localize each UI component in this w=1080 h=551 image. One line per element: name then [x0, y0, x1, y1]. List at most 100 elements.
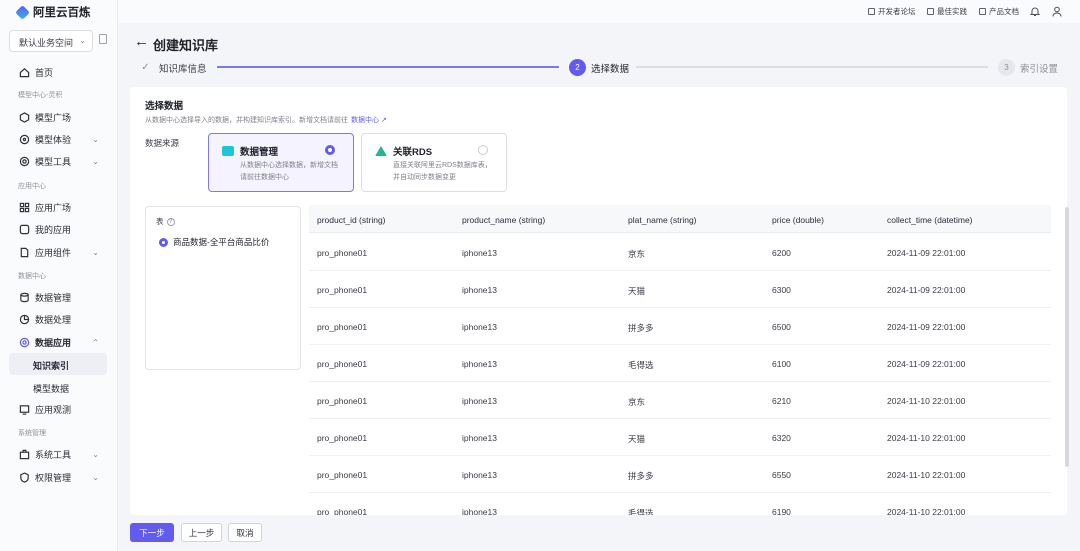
table-scrollbar[interactable] — [1065, 207, 1069, 467]
table-cell: pro_phone01 — [317, 433, 368, 443]
table-cell: pro_phone01 — [317, 248, 368, 258]
sidebar-item-label: 数据管理 — [35, 292, 72, 303]
card-description: 从数据中心选择数据，新增文档请前往数据中心 — [240, 162, 338, 181]
sidebar-item-label: 模型体验 — [35, 134, 72, 145]
document-icon[interactable] — [99, 34, 107, 44]
table-cell: 2024-11-09 22:01:00 — [887, 359, 966, 369]
data-preview-table: product_id (string) product_name (string… — [309, 205, 1051, 515]
data-source-label: 数据来源 — [145, 138, 180, 148]
chevron-down-icon: ⌄ — [79, 36, 86, 45]
table-cell: 拼多多 — [628, 471, 654, 481]
source-card-data-management[interactable]: 数据管理 从数据中心选择数据，新增文档请前往数据中心 — [208, 133, 354, 192]
table-cell: pro_phone01 — [317, 507, 368, 515]
sidebar-item-data-processing[interactable]: 数据处理 — [9, 309, 107, 329]
table-cell: 6190 — [772, 507, 791, 515]
table-selector-header: 表 ? — [156, 216, 175, 227]
table-cell: pro_phone01 — [317, 396, 368, 406]
cube-icon — [18, 111, 30, 123]
sidebar-section-data: 数据中心 — [18, 273, 46, 280]
workspace-select[interactable]: 默认业务空间 ⌄ — [9, 30, 93, 52]
next-button[interactable]: 下一步 — [130, 523, 174, 542]
link-label: 产品文档 — [989, 7, 1019, 16]
source-card-rds[interactable]: 关联RDS 直接关联阿里云RDS数据库表，并自动同步数据变更 — [361, 133, 507, 192]
sidebar-item-label: 系统工具 — [35, 449, 72, 460]
table-cell: iphone13 — [462, 322, 497, 332]
sidebar-item-knowledge-index[interactable]: 知识索引 — [9, 353, 107, 375]
table-cell: iphone13 — [462, 433, 497, 443]
table-cell: 6500 — [772, 322, 791, 332]
table-cell: 2024-11-10 22:01:00 — [887, 433, 966, 443]
link-label: 最佳实践 — [937, 7, 967, 16]
prev-button[interactable]: 上一步 — [181, 523, 222, 542]
sidebar-item-app-observe[interactable]: 应用观测 — [9, 399, 107, 419]
sidebar-item-home[interactable]: 首页 — [9, 62, 107, 82]
table-cell: pro_phone01 — [317, 359, 368, 369]
sidebar-item-app-square[interactable]: 应用广场 — [9, 197, 107, 217]
table-cell: 京东 — [628, 249, 646, 259]
table-cell: iphone13 — [462, 470, 497, 480]
settings-icon — [18, 336, 30, 348]
table-row: pro_phone01 iphone13 天猫 6320 2024-11-10 22:0… — [309, 419, 1051, 456]
sidebar-item-label: 首页 — [35, 67, 54, 78]
table-header-label: 表 — [156, 217, 164, 226]
sidebar-item-label: 应用组件 — [35, 247, 72, 258]
sidebar-item-label: 模型广场 — [35, 112, 72, 123]
table-cell: 2024-11-09 22:01:00 — [887, 285, 966, 295]
sidebar-item-model-tools[interactable]: 模型工具 ⌄ — [9, 151, 107, 171]
rds-icon — [375, 146, 387, 156]
sidebar-item-my-apps[interactable]: 我的应用 — [9, 219, 107, 239]
sidebar-item-permissions[interactable]: 权限管理 ⌄ — [9, 467, 107, 487]
table-header: product_id (string) product_name (string… — [309, 205, 1051, 233]
forum-icon — [868, 8, 875, 15]
table-cell: pro_phone01 — [317, 285, 368, 295]
card-title: 关联RDS — [393, 147, 433, 158]
table-option[interactable]: 商品数据-全平台商品比价 — [159, 236, 269, 248]
table-row: pro_phone01 iphone13 天猫 6300 2024-11-09 22:0… — [309, 271, 1051, 308]
radio-selected[interactable] — [325, 145, 335, 155]
page-title: 创建知识库 — [153, 38, 219, 53]
app-logo[interactable]: 阿里云百炼 — [15, 4, 91, 20]
help-icon[interactable]: ? — [166, 217, 175, 226]
table-cell: pro_phone01 — [317, 322, 368, 332]
sidebar-item-label: 应用观测 — [35, 404, 72, 415]
link-product-docs[interactable]: 产品文档 — [979, 6, 1019, 17]
back-arrow-icon[interactable]: ← — [134, 33, 149, 50]
home-icon — [18, 66, 30, 78]
table-cell: 2024-11-09 22:01:00 — [887, 248, 966, 258]
app-icon — [18, 223, 30, 235]
step-3: 3 索引设置 — [998, 59, 1058, 76]
table-row: pro_phone01 iphone13 拼多多 6550 2024-11-10 22:… — [309, 456, 1051, 493]
link-best-practices[interactable]: 最佳实践 — [927, 6, 967, 17]
step-connector — [217, 66, 559, 68]
logo-icon — [15, 4, 30, 20]
folder-icon — [222, 146, 234, 156]
process-icon — [18, 313, 30, 325]
table-cell: pro_phone01 — [317, 470, 368, 480]
chevron-down-icon: ⌄ — [92, 449, 99, 459]
radio-unselected[interactable] — [478, 145, 488, 155]
sidebar-section-system: 系统管理 — [18, 430, 46, 437]
step-label: 知识库信息 — [159, 63, 207, 75]
table-row: pro_phone01 iphone13 毛得选 6190 2024-11-10 22:… — [309, 493, 1051, 515]
radio-selected[interactable] — [159, 237, 168, 247]
sidebar-item-data-management[interactable]: 数据管理 — [9, 287, 107, 307]
sidebar-item-label: 权限管理 — [35, 472, 72, 483]
bell-icon[interactable] — [1030, 6, 1040, 17]
user-icon[interactable] — [1052, 6, 1062, 17]
sidebar-item-data-application[interactable]: 数据应用 ⌃ — [9, 332, 107, 352]
step-number: 2 — [569, 59, 586, 76]
table-cell: 2024-11-10 22:01:00 — [887, 470, 966, 480]
sidebar-item-model-square[interactable]: 模型广场 — [9, 107, 107, 127]
chevron-down-icon: ⌄ — [92, 156, 99, 166]
table-cell: 毛得选 — [628, 360, 654, 370]
sidebar-item-app-components[interactable]: 应用组件 ⌄ — [9, 242, 107, 262]
link-dev-forum[interactable]: 开发者论坛 — [868, 6, 916, 17]
cancel-button[interactable]: 取消 — [228, 523, 262, 542]
sidebar-item-system-tools[interactable]: 系统工具 ⌄ — [9, 444, 107, 464]
sidebar-item-model-experience[interactable]: 模型体验 ⌄ — [9, 129, 107, 149]
data-center-link[interactable]: 数据中心 ↗ — [351, 117, 387, 124]
section-title: 选择数据 — [145, 101, 184, 112]
sidebar-item-model-data[interactable]: 模型数据 — [9, 376, 107, 398]
step-2: 2 选择数据 — [569, 59, 629, 76]
shield-icon — [18, 471, 30, 483]
